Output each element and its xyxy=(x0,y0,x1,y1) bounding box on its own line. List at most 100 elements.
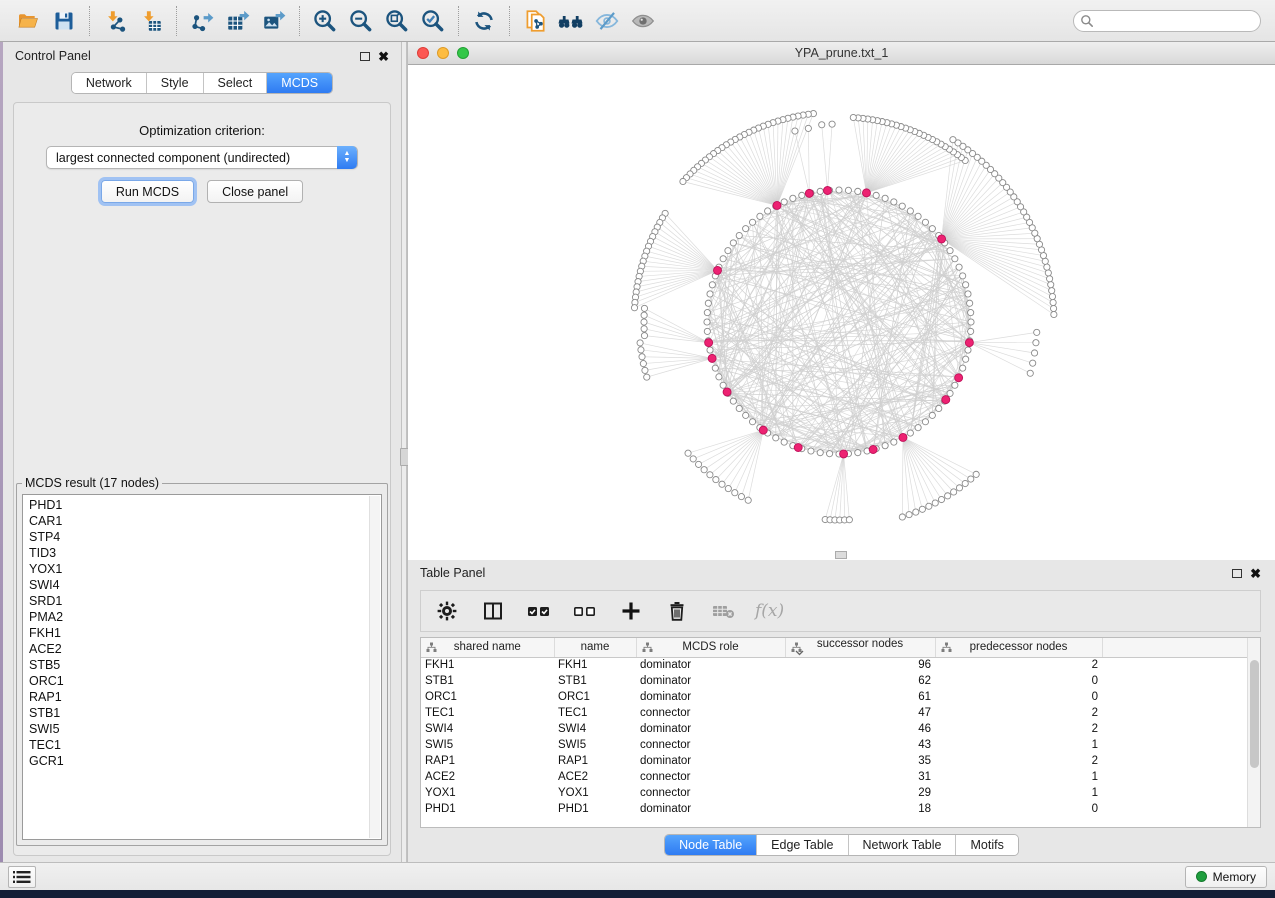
network-node[interactable] xyxy=(712,365,718,371)
network-node[interactable] xyxy=(913,509,919,515)
network-node[interactable] xyxy=(873,192,879,198)
mcds-result-item[interactable]: PHD1 xyxy=(29,497,381,513)
network-view[interactable] xyxy=(408,65,1275,560)
network-node[interactable] xyxy=(790,195,796,201)
network-canvas[interactable] xyxy=(408,65,1275,560)
network-node-dominator[interactable] xyxy=(705,339,713,347)
network-node[interactable] xyxy=(1050,299,1056,305)
network-node[interactable] xyxy=(736,405,742,411)
mcds-result-item[interactable]: TID3 xyxy=(29,545,381,561)
network-node[interactable] xyxy=(644,374,650,380)
network-node[interactable] xyxy=(826,451,832,457)
import-network-button[interactable] xyxy=(97,4,133,38)
network-node-dominator[interactable] xyxy=(823,187,831,195)
network-node[interactable] xyxy=(926,503,932,509)
task-history-button[interactable] xyxy=(8,866,36,888)
deselect-all-button[interactable] xyxy=(571,597,599,625)
network-node[interactable] xyxy=(631,305,637,311)
delete-column-button[interactable] xyxy=(663,597,691,625)
network-node[interactable] xyxy=(781,439,787,445)
network-node-dominator[interactable] xyxy=(938,235,946,243)
network-node[interactable] xyxy=(891,439,897,445)
network-node[interactable] xyxy=(967,300,973,306)
network-node[interactable] xyxy=(638,347,644,353)
column-header-successor-nodes[interactable]: successor nodes xyxy=(785,638,935,657)
column-header-name[interactable]: name xyxy=(554,638,636,657)
network-node[interactable] xyxy=(855,188,861,194)
mcds-result-item[interactable]: STP4 xyxy=(29,529,381,545)
mcds-result-list[interactable]: PHD1CAR1STP4TID3YOX1SWI4SRD1PMA2FKH1ACE2… xyxy=(22,494,382,840)
network-node[interactable] xyxy=(899,514,905,520)
network-node[interactable] xyxy=(882,443,888,449)
network-node[interactable] xyxy=(891,199,897,205)
network-node[interactable] xyxy=(730,240,736,246)
network-node[interactable] xyxy=(915,425,921,431)
network-node[interactable] xyxy=(705,300,711,306)
float-panel-icon[interactable] xyxy=(360,52,370,61)
tab-style[interactable]: Style xyxy=(147,73,204,93)
network-node-dominator[interactable] xyxy=(955,374,963,382)
tab-edge-table[interactable]: Edge Table xyxy=(757,835,848,855)
network-node[interactable] xyxy=(707,472,713,478)
vertical-splitter[interactable] xyxy=(401,42,407,862)
network-node[interactable] xyxy=(743,412,749,418)
network-node[interactable] xyxy=(929,226,935,232)
tab-motifs[interactable]: Motifs xyxy=(956,835,1017,855)
network-node[interactable] xyxy=(637,340,643,346)
network-node[interactable] xyxy=(907,208,913,214)
network-node[interactable] xyxy=(725,485,731,491)
network-node[interactable] xyxy=(950,137,956,143)
network-node[interactable] xyxy=(680,178,686,184)
network-node[interactable] xyxy=(968,309,974,315)
network-node[interactable] xyxy=(808,448,814,454)
network-node[interactable] xyxy=(1031,350,1037,356)
function-builder-button[interactable]: f(x) xyxy=(755,601,784,621)
zoom-in-button[interactable] xyxy=(307,4,343,38)
column-header-predecessor-nodes[interactable]: predecessor nodes xyxy=(935,638,1102,657)
network-node[interactable] xyxy=(709,282,715,288)
column-header-mcds-role[interactable]: MCDS role xyxy=(636,638,785,657)
network-node[interactable] xyxy=(736,232,742,238)
tab-network[interactable]: Network xyxy=(72,73,147,93)
network-node[interactable] xyxy=(973,471,979,477)
network-node[interactable] xyxy=(641,305,647,311)
table-row[interactable]: YOX1YOX1connector291 xyxy=(421,785,1260,801)
mcds-result-item[interactable]: ORC1 xyxy=(29,673,381,689)
network-node[interactable] xyxy=(707,347,713,353)
mcds-result-item[interactable]: YOX1 xyxy=(29,561,381,577)
network-node[interactable] xyxy=(962,480,968,486)
network-node[interactable] xyxy=(1050,305,1056,311)
network-node[interactable] xyxy=(1047,276,1053,282)
network-node[interactable] xyxy=(713,477,719,483)
tab-select[interactable]: Select xyxy=(204,73,268,93)
network-node[interactable] xyxy=(1044,264,1050,270)
table-row[interactable]: ORC1ORC1dominator610 xyxy=(421,689,1260,705)
network-node[interactable] xyxy=(915,213,921,219)
network-node-dominator[interactable] xyxy=(805,189,813,197)
network-node[interactable] xyxy=(792,128,798,134)
network-node[interactable] xyxy=(749,219,755,225)
network-node[interactable] xyxy=(960,365,966,371)
column-header-shared-name[interactable]: shared name xyxy=(421,638,554,657)
tab-mcds[interactable]: MCDS xyxy=(267,73,332,93)
network-node[interactable] xyxy=(947,248,953,254)
table-scrollbar-track[interactable] xyxy=(1247,638,1260,827)
network-node[interactable] xyxy=(765,208,771,214)
network-node[interactable] xyxy=(817,188,823,194)
zoom-fit-button[interactable] xyxy=(379,4,415,38)
network-node[interactable] xyxy=(1048,282,1054,288)
network-node[interactable] xyxy=(846,517,852,523)
table-row[interactable]: SWI5SWI5connector431 xyxy=(421,737,1260,753)
mcds-result-item[interactable]: STB1 xyxy=(29,705,381,721)
network-node[interactable] xyxy=(956,264,962,270)
delete-table-button[interactable] xyxy=(709,597,737,625)
network-node[interactable] xyxy=(922,219,928,225)
network-node[interactable] xyxy=(685,450,691,456)
network-node[interactable] xyxy=(882,195,888,201)
mcds-result-item[interactable]: STB5 xyxy=(29,657,381,673)
network-node[interactable] xyxy=(938,496,944,502)
close-panel-icon[interactable]: ✖ xyxy=(378,50,389,63)
network-node[interactable] xyxy=(968,319,974,325)
network-node[interactable] xyxy=(947,390,953,396)
network-node[interactable] xyxy=(639,354,645,360)
